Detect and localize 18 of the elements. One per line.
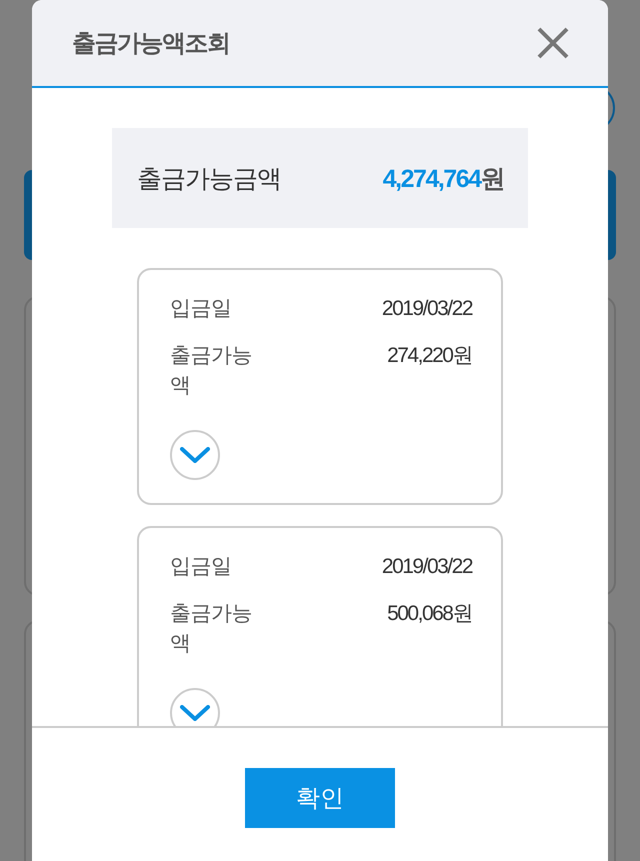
dialog-title: 출금가능액조회 [72,29,230,59]
field-label: 입금일 [170,554,232,580]
expand-button[interactable] [170,688,220,726]
field-value: 500,068원 [387,601,472,627]
summary-label: 출금가능금액 [137,164,281,194]
field-value: 2019/03/22 [382,296,472,322]
expand-button[interactable] [170,430,220,480]
field-value: 2019/03/22 [382,554,472,580]
field-label: 입금일 [170,296,232,322]
close-icon [537,27,569,59]
field-value: 274,220원 [387,343,472,369]
chevron-down-icon [180,447,210,463]
field-label: 출금가능액 [170,343,253,399]
close-button[interactable] [537,27,569,59]
confirm-button[interactable]: 확인 [245,768,395,828]
chevron-down-icon [180,705,210,721]
total-amount: 4,274,764원 [382,164,504,194]
field-label: 출금가능액 [170,601,253,657]
